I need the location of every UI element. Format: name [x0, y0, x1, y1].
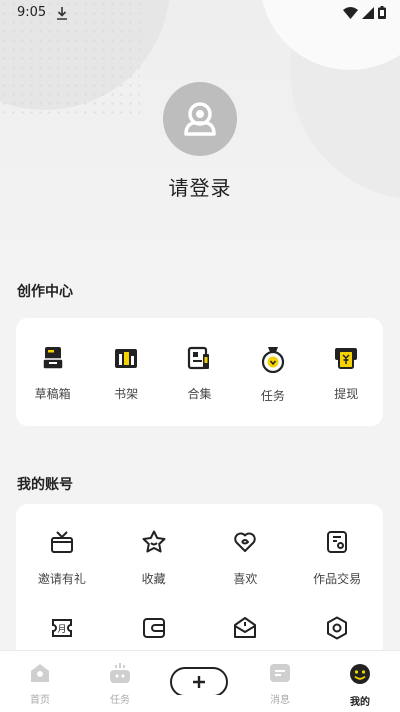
- creation-item-task[interactable]: 任务: [243, 345, 303, 404]
- tab-label: 任务: [110, 695, 130, 706]
- creation-item-label: 任务: [260, 389, 285, 403]
- login-link[interactable]: 请登录: [0, 172, 400, 201]
- trade-icon: [327, 531, 348, 553]
- svg-text:月: 月: [57, 624, 66, 635]
- bottom-tab-bar: 首页 任务 消息 我的: [0, 650, 400, 712]
- account-item-label: 收藏: [141, 572, 166, 586]
- download-icon: [57, 7, 67, 20]
- creation-item-withdraw[interactable]: 提现: [316, 345, 376, 404]
- star-icon: [142, 530, 166, 553]
- status-indicators: [343, 6, 386, 19]
- section-title-account: 我的账号: [17, 477, 73, 493]
- status-time: 9:05: [17, 5, 47, 20]
- account-item-label: 邀请有礼: [37, 572, 86, 586]
- tab-label: 首页: [30, 695, 50, 706]
- tab-label: 我的: [350, 697, 370, 708]
- drafts-icon: [41, 347, 64, 370]
- creation-card: 草稿箱 书架 合集 任务 提现: [16, 318, 383, 426]
- task-bag-icon: [261, 347, 284, 373]
- status-bar: 9:05: [0, 0, 400, 26]
- user-icon: [184, 102, 216, 136]
- wallet-icon: [142, 618, 165, 638]
- tab-messages[interactable]: 消息: [250, 663, 310, 706]
- heart-icon: [234, 532, 257, 552]
- create-button[interactable]: [170, 667, 228, 700]
- tab-home[interactable]: 首页: [10, 663, 70, 706]
- account-item-favorites[interactable]: 收藏: [108, 529, 200, 587]
- account-item-invite[interactable]: 邀请有礼: [16, 529, 108, 587]
- feedback-icon: [234, 617, 257, 638]
- creation-item-label: 草稿箱: [34, 387, 71, 401]
- tab-mine[interactable]: 我的: [330, 663, 390, 708]
- account-item-likes[interactable]: 喜欢: [200, 529, 292, 587]
- creation-item-drafts[interactable]: 草稿箱: [23, 345, 83, 404]
- battery-icon: [378, 6, 386, 19]
- tab-label: 消息: [270, 695, 290, 706]
- task-icon: [110, 663, 130, 683]
- creation-item-bookshelf[interactable]: 书架: [96, 345, 156, 404]
- account-item-label: 作品交易: [313, 572, 362, 586]
- bookshelf-icon: [115, 349, 138, 368]
- account-item-label: 喜欢: [233, 572, 258, 586]
- creation-item-label: 提现: [334, 387, 359, 401]
- monthly-ticket-icon: 月: [51, 619, 72, 637]
- creation-item-label: 书架: [114, 387, 139, 401]
- home-icon: [31, 664, 49, 682]
- gift-icon: [50, 531, 73, 553]
- tab-task[interactable]: 任务: [90, 663, 150, 706]
- creation-item-collection[interactable]: 合集: [169, 345, 229, 404]
- message-icon: [270, 664, 290, 682]
- settings-icon: [327, 616, 348, 640]
- wifi-icon: [343, 6, 358, 19]
- collection-icon: [188, 346, 210, 370]
- section-title-creation: 创作中心: [17, 284, 73, 300]
- withdraw-icon: [335, 348, 358, 369]
- creation-item-label: 合集: [187, 387, 212, 401]
- account-item-trade[interactable]: 作品交易: [291, 529, 383, 587]
- plus-icon: [193, 676, 205, 688]
- signal-icon: [362, 6, 374, 19]
- smiley-icon: [350, 664, 370, 684]
- avatar[interactable]: [163, 82, 237, 156]
